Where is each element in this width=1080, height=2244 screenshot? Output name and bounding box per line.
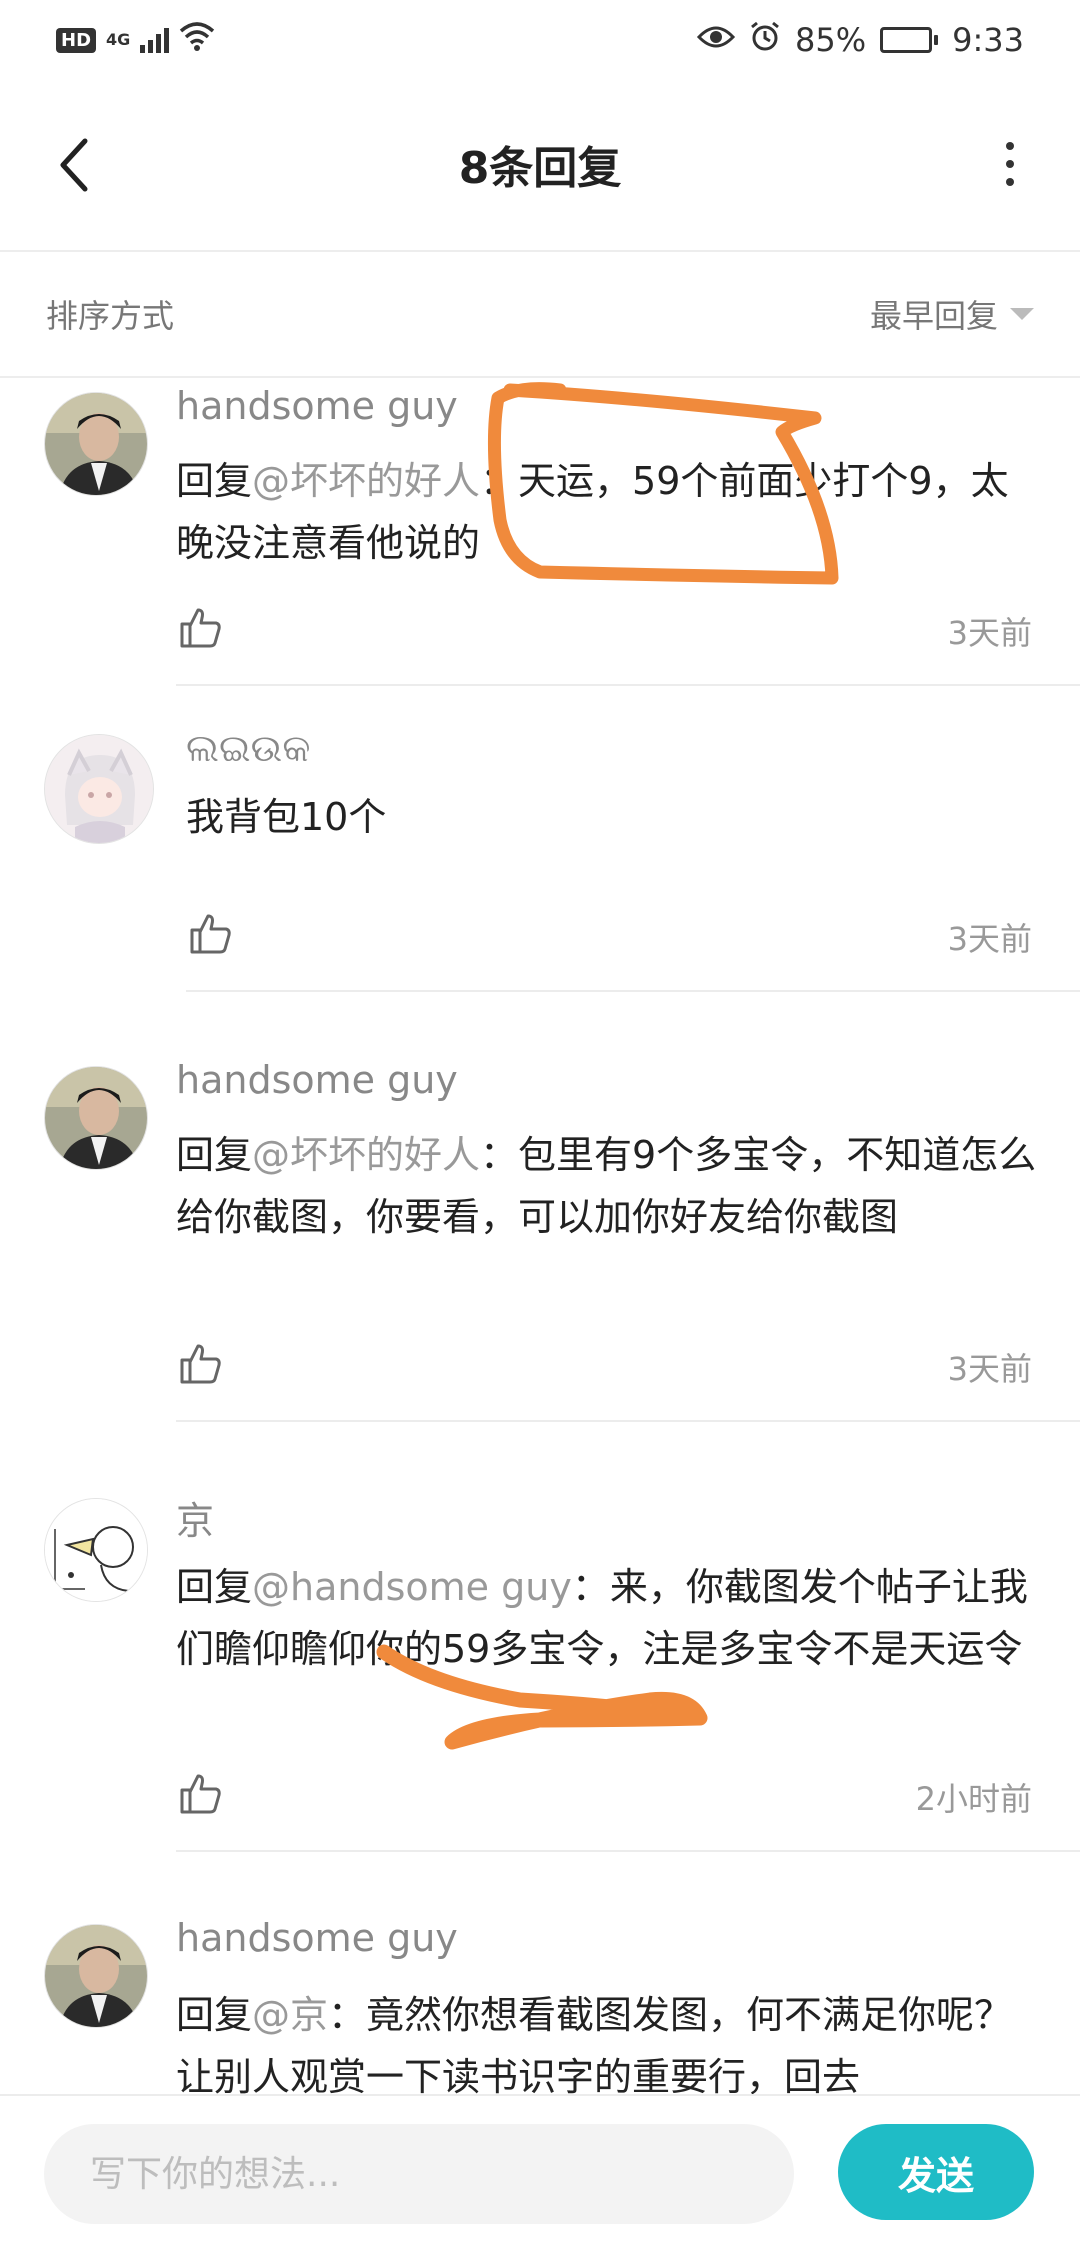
avatar[interactable] [44,1066,148,1170]
send-button[interactable]: 发送 [838,2124,1034,2220]
timestamp: 3天前 [947,614,1032,652]
page-title: 8条回复 [458,143,622,194]
reply-content: 回复@handsome guy：来，你截图发个帖子让我们瞻仰瞻仰你的59多宝令，… [176,1565,1028,1671]
signal-icon [140,27,170,53]
avatar[interactable] [44,1498,148,1602]
username[interactable]: ଲଇଉକ [186,726,310,771]
thumbs-up-icon [180,1344,221,1384]
reply-list: handsome guy 回复@坏坏的好人：天运，59个前面少打个9，太晚没注意… [0,378,1080,2094]
clock-time: 9:33 [952,21,1024,59]
reply-content: 回复@京：竟然你想看截图发图，何不满足你呢？让别人观赏一下读书识字的重要行，回去 [176,1993,1013,2094]
reply-content: 回复@坏坏的好人：天运，59个前面少打个9，太晚没注意看他说的 [176,459,1009,565]
reply-item: 京 回复@handsome guy：来，你截图发个帖子让我们瞻仰瞻仰你的59多宝… [0,1422,1080,1852]
app-header: 8条回复 [0,80,1080,250]
timestamp: 3天前 [947,920,1032,958]
mention-link[interactable]: @坏坏的好人 [252,459,480,503]
thumbs-up-icon [190,914,231,954]
reply-item: ଲଇଉକ 我背包10个 3天前 [0,688,1080,992]
thumbs-up-icon [180,1774,221,1814]
hd-icon: HD [56,27,97,53]
reply-item: handsome guy 回复@坏坏的好人：包里有9个多宝令，不知道怎么给你截图… [0,992,1080,1422]
thumbs-up-icon [180,608,221,648]
eye-icon [696,21,736,59]
battery-icon [880,27,939,53]
timestamp: 3天前 [947,1350,1032,1388]
sort-dropdown[interactable]: 最早回复 [870,291,1034,337]
comment-input[interactable] [44,2124,794,2224]
network-type: 4G [106,30,131,49]
sort-label: 排序方式 [46,297,175,335]
like-button[interactable] [186,910,234,958]
username[interactable]: handsome guy [176,1058,458,1102]
mention-link[interactable]: @坏坏的好人 [252,1133,480,1177]
mention-link[interactable]: @handsome guy [252,1565,572,1609]
more-options-button[interactable] [1000,142,1020,186]
mention-link[interactable]: @京 [252,1993,328,2037]
avatar[interactable] [44,1924,148,2028]
reply-divider [176,684,1080,686]
comment-composer: 发送 [0,2094,1080,2244]
reply-item: handsome guy 回复@京：竟然你想看截图发图，何不满足你呢？让别人观赏… [0,1852,1080,2094]
reply-item: handsome guy 回复@坏坏的好人：天运，59个前面少打个9，太晚没注意… [0,378,1080,688]
battery-percent: 85% [795,21,867,59]
wifi-icon [179,21,215,59]
alarm-icon [749,20,781,60]
username[interactable]: handsome guy [176,384,458,428]
like-button[interactable] [176,604,224,652]
status-bar: HD 4G 85% 9:33 [0,0,1080,80]
timestamp: 2小时前 [915,1780,1032,1818]
avatar[interactable] [44,734,154,844]
like-button[interactable] [176,1770,224,1818]
sort-row: 排序方式 最早回复 [0,252,1080,376]
reply-content: 我背包10个 [186,795,387,839]
username[interactable]: handsome guy [176,1916,458,1960]
sort-value-label: 最早回复 [869,297,998,335]
username[interactable]: 京 [176,1490,214,1545]
avatar[interactable] [44,392,148,496]
reply-content: 回复@坏坏的好人：包里有9个多宝令，不知道怎么给你截图，你要看，可以加你好友给你… [176,1133,1037,1239]
more-vertical-icon [1006,142,1014,150]
like-button[interactable] [176,1340,224,1388]
caret-down-icon [1010,308,1034,320]
